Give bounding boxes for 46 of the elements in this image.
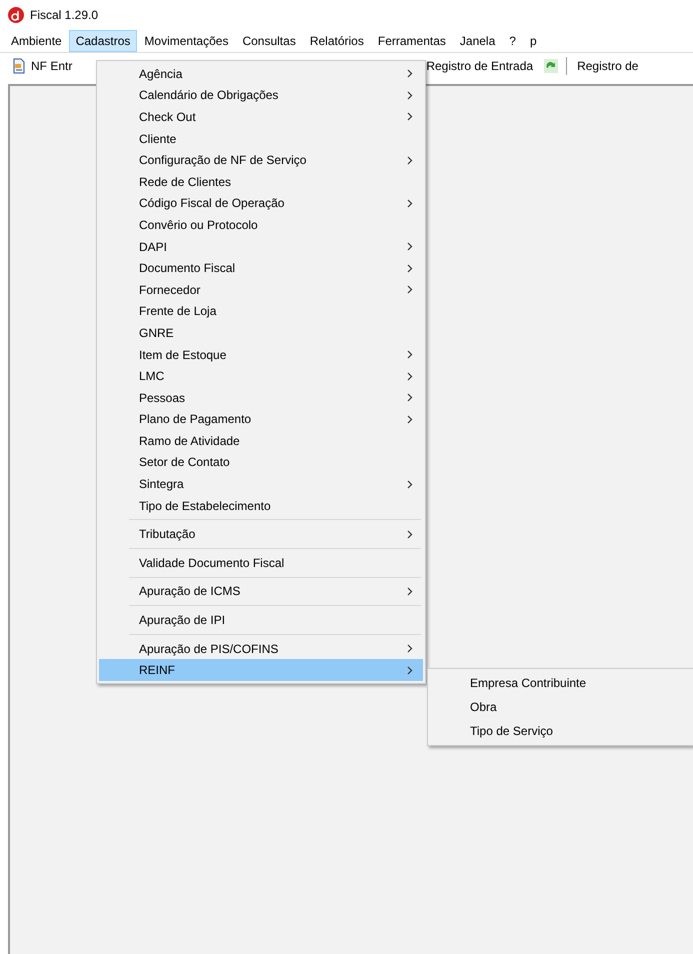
menu-item[interactable]: Ramo de Atividade [99, 430, 423, 452]
menu-item[interactable]: Item de Estoque [99, 344, 423, 366]
menu-item[interactable]: Ambiente [4, 30, 69, 52]
menu-item[interactable]: Tipo de Estabelecimento [99, 494, 423, 516]
menu-item[interactable]: Tributação [99, 523, 423, 546]
menu-item[interactable]: Ferramentas [370, 30, 453, 52]
refresh-icon [543, 58, 560, 74]
menu-item[interactable]: Agência [99, 63, 423, 85]
menu-item[interactable]: Documento Fiscal [99, 257, 423, 279]
app-logo-icon [8, 7, 24, 23]
document-icon [11, 58, 27, 74]
menu-item[interactable]: REINF [99, 659, 423, 682]
menu-item[interactable]: Pessoas [99, 386, 423, 408]
menu-item[interactable]: Código Fiscal de Operação [99, 192, 423, 214]
toolbar-button[interactable]: Registro de [540, 56, 642, 76]
menu-item[interactable]: Frente de Loja [99, 300, 423, 322]
menu-item[interactable]: Apuração de IPI [99, 609, 423, 631]
menu-item[interactable]: Empresa Contribuinte [430, 671, 691, 695]
menu-item[interactable]: ? [502, 30, 523, 52]
menu-item[interactable]: DAPI [99, 236, 423, 258]
toolbar-button[interactable]: NF Entr [8, 56, 76, 76]
menu-item[interactable]: Apuração de ICMS [99, 580, 423, 602]
menu-item[interactable]: Plano de Pagamento [99, 408, 423, 430]
menu-item[interactable]: Consultas [235, 30, 303, 52]
menu-item[interactable]: LMC [99, 365, 423, 387]
menu-item[interactable]: Validade Documento Fiscal [99, 552, 423, 574]
menu-item[interactable]: Configuração de NF de Serviço [99, 149, 423, 171]
menu-item[interactable]: GNRE [99, 322, 423, 344]
toolbar-button[interactable]: Registro de Entrada [423, 56, 536, 76]
menu-item[interactable]: Tipo de Serviço [430, 719, 691, 743]
menu-item[interactable]: Cliente [99, 128, 423, 150]
window-title: Fiscal 1.29.0 [30, 7, 98, 24]
menu-item[interactable]: Janela [452, 30, 502, 52]
menu-item[interactable]: Setor de Contato [99, 452, 423, 474]
menu-item[interactable]: p [522, 30, 544, 52]
menu-item[interactable]: Convêrio ou Protocolo [99, 214, 423, 236]
menu-item[interactable]: Fornecedor [99, 278, 423, 301]
menu-item[interactable]: Relatórios [302, 30, 371, 52]
menu-item[interactable]: Obra [430, 695, 691, 719]
menu-item[interactable]: Sintegra [99, 473, 423, 495]
menu-item[interactable]: Movimentações [137, 30, 236, 52]
menu-item[interactable]: Rede de Clientes [99, 170, 423, 193]
menu-item[interactable]: Calendário de Obrigações [99, 84, 423, 106]
menu-item[interactable]: Check Out [99, 106, 423, 128]
menu-item[interactable]: Cadastros [68, 30, 138, 52]
menu-item[interactable]: Apuração de PIS/COFINS [99, 638, 423, 660]
